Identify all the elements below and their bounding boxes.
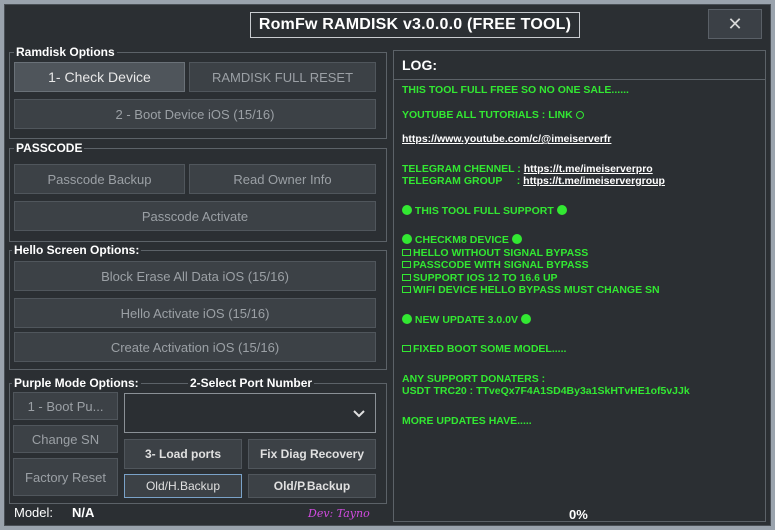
smiley-icon (402, 234, 412, 244)
hello-activate-button[interactable]: Hello Activate iOS (15/16) (14, 298, 376, 328)
log-line: WIFI DEVICE HELLO BYPASS MUST CHANGE SN (402, 284, 762, 297)
factory-reset-button[interactable]: Factory Reset (13, 458, 118, 496)
hello-screen-label: Hello Screen Options: (12, 243, 142, 257)
log-line: PASSCODE WITH SIGNAL BYPASS (402, 259, 762, 272)
passcode-backup-button[interactable]: Passcode Backup (14, 164, 185, 194)
close-icon: ✕ (727, 14, 743, 34)
log-line: CHECKM8 DEVICE (402, 234, 762, 247)
log-panel: LOG: THIS TOOL FULL FREE SO NO ONE SALE.… (393, 50, 766, 522)
change-sn-button[interactable]: Change SN (13, 425, 118, 453)
folder-icon (402, 345, 411, 352)
boot-purple-button[interactable]: 1 - Boot Pu... (13, 392, 118, 420)
old-p-backup-button[interactable]: Old/P.Backup (248, 474, 376, 498)
port-number-label: 2-Select Port Number (188, 376, 315, 390)
model-value: N/A (72, 505, 95, 520)
log-line: THIS TOOL FULL SUPPORT (402, 204, 762, 218)
log-line: YOUTUBE ALL TUTORIALS : LINK (402, 109, 762, 122)
log-line: NEW UPDATE 3.0.0V (402, 313, 762, 327)
log-line: ANY SUPPORT DONATERS : (402, 372, 546, 385)
folder-icon (402, 286, 411, 293)
chevron-down-icon (353, 406, 365, 424)
port-number-select[interactable] (124, 393, 376, 433)
smiley-icon (556, 204, 567, 215)
create-activation-button[interactable]: Create Activation iOS (15/16) (14, 332, 376, 362)
smiley-icon (402, 204, 412, 215)
log-line: MORE UPDATES HAVE..... (402, 414, 532, 427)
read-owner-info-button[interactable]: Read Owner Info (189, 164, 376, 194)
magnifier-icon (575, 110, 584, 119)
log-line: SUPPORT IOS 12 TO 16.6 UP (402, 272, 762, 285)
log-line: HELLO WITHOUT SIGNAL BYPASS (402, 247, 762, 260)
folder-icon (402, 248, 411, 256)
log-line: TELEGRAM GROUP : https://t.me/imeiserver… (402, 175, 665, 187)
telegram-channel-link[interactable]: https://t.me/imeiserverpro (524, 163, 653, 175)
log-line: USDT TRC20 : TTveQx7F4A1SD4By3a1SkHTvHE1… (402, 385, 690, 397)
telegram-group-link[interactable]: https://t.me/imeiservergroup (523, 175, 665, 187)
log-line: FIXED BOOT SOME MODEL..... (402, 343, 762, 356)
model-label: Model: (14, 505, 54, 520)
window-title: RomFw RAMDISK v3.0.0.0 (FREE TOOL) (250, 12, 580, 38)
close-button[interactable]: ✕ (708, 9, 762, 39)
log-divider (394, 79, 765, 80)
boot-device-button[interactable]: 2 - Boot Device iOS (15/16) (14, 99, 376, 129)
smiley-icon (520, 313, 531, 324)
log-line: THIS TOOL FULL FREE SO NO ONE SALE...... (402, 84, 629, 96)
smiley-icon (402, 313, 412, 324)
log-title: LOG: (402, 57, 437, 73)
developer-credit: Dev: Tayno (308, 507, 370, 520)
purple-mode-label: Purple Mode Options: (12, 376, 141, 390)
folder-icon (402, 261, 411, 268)
ramdisk-full-reset-button[interactable]: RAMDISK FULL RESET (189, 62, 376, 92)
log-line: TELEGRAM CHENNEL : https://t.me/imeiserv… (402, 162, 653, 175)
log-output: THIS TOOL FULL FREE SO NO ONE SALE......… (402, 84, 762, 427)
fix-diag-recovery-button[interactable]: Fix Diag Recovery (248, 439, 376, 469)
passcode-label: PASSCODE (14, 141, 85, 155)
youtube-link[interactable]: https://www.youtube.com/c/@imeiserverfr (402, 133, 762, 146)
check-device-button[interactable]: 1- Check Device (14, 62, 185, 92)
app-window: RomFw RAMDISK v3.0.0.0 (FREE TOOL) ✕ Ram… (4, 4, 771, 526)
smiley-icon (511, 234, 522, 244)
load-ports-button[interactable]: 3- Load ports (124, 439, 242, 469)
passcode-activate-button[interactable]: Passcode Activate (14, 201, 376, 231)
progress-percent: 0% (569, 507, 588, 522)
block-erase-button[interactable]: Block Erase All Data iOS (15/16) (14, 261, 376, 291)
folder-icon (402, 273, 411, 281)
old-h-backup-button[interactable]: Old/H.Backup (124, 474, 242, 498)
title-bar: RomFw RAMDISK v3.0.0.0 (FREE TOOL) ✕ (5, 5, 770, 45)
ramdisk-options-label: Ramdisk Options (14, 45, 117, 59)
